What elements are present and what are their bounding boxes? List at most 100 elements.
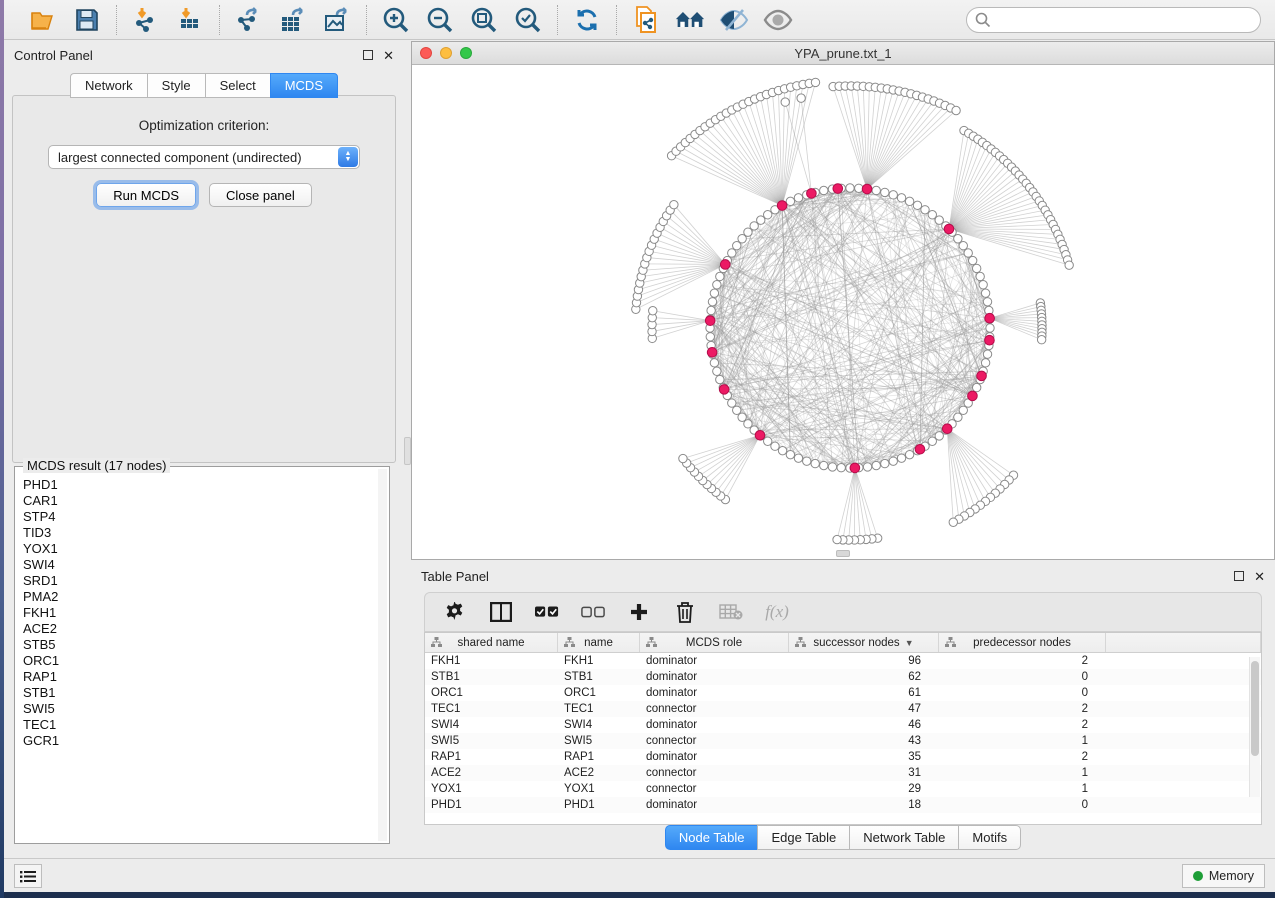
tab-edge-table[interactable]: Edge Table [757, 825, 849, 850]
tab-select[interactable]: Select [205, 73, 270, 98]
close-panel-icon[interactable]: ✕ [383, 49, 394, 62]
add-column-icon[interactable] [627, 600, 651, 624]
memory-status-icon [1193, 871, 1203, 881]
table-cell: 46 [789, 719, 939, 731]
table-cell: 43 [789, 735, 939, 747]
list-icon [20, 870, 36, 883]
table-cell: ORC1 [558, 687, 640, 699]
hide-eye-icon[interactable] [719, 5, 749, 35]
criterion-dropdown[interactable]: largest connected component (undirected)… [48, 145, 360, 169]
table-row[interactable]: STB1STB1dominator620 [425, 669, 1261, 685]
import-network-icon[interactable] [131, 5, 161, 35]
table-cell: connector [640, 783, 789, 795]
close-panel-button[interactable]: Close panel [209, 183, 312, 207]
table-scrollbar[interactable] [1249, 657, 1260, 797]
table-row[interactable]: SWI4SWI4dominator462 [425, 717, 1261, 733]
houses-icon[interactable] [675, 5, 705, 35]
clone-network-icon[interactable] [631, 5, 661, 35]
select-all-icon[interactable] [535, 600, 559, 624]
mcds-node-item[interactable]: SRD1 [23, 573, 375, 589]
column-header-name[interactable]: name [558, 633, 640, 652]
mcds-node-item[interactable]: SWI4 [23, 557, 375, 573]
table-cell: dominator [640, 671, 789, 683]
mcds-node-item[interactable]: TEC1 [23, 717, 375, 733]
show-eye-icon[interactable] [763, 5, 793, 35]
table-row[interactable]: SWI5SWI5connector431 [425, 733, 1261, 749]
refresh-icon[interactable] [572, 5, 602, 35]
table-cell: STB1 [425, 671, 558, 683]
column-header-predecessor-nodes[interactable]: predecessor nodes [939, 633, 1106, 652]
mcds-node-item[interactable]: ACE2 [23, 621, 375, 637]
float-table-panel-icon[interactable] [1234, 570, 1244, 583]
tab-style[interactable]: Style [147, 73, 205, 98]
close-table-panel-icon[interactable]: ✕ [1254, 570, 1265, 583]
export-network-icon[interactable] [234, 5, 264, 35]
open-session-icon[interactable] [28, 5, 58, 35]
mcds-list-scrollbar[interactable] [378, 469, 387, 841]
mcds-node-item[interactable]: FKH1 [23, 605, 375, 621]
network-canvas[interactable] [412, 66, 1274, 559]
table-cell: SWI5 [558, 735, 640, 747]
zoom-selected-icon[interactable] [513, 5, 543, 35]
table-cell: STB1 [558, 671, 640, 683]
table-row[interactable]: RAP1RAP1dominator352 [425, 749, 1261, 765]
table-row[interactable]: PHD1PHD1dominator180 [425, 797, 1261, 813]
clear-selection-icon[interactable] [581, 600, 605, 624]
panel-splitter-handle[interactable] [404, 437, 411, 465]
settings-gear-icon[interactable] [443, 600, 467, 624]
network-view-window: YPA_prune.txt_1 [411, 41, 1275, 560]
table-cell: TEC1 [425, 703, 558, 715]
mcds-node-item[interactable]: ORC1 [23, 653, 375, 669]
column-header-successor-nodes[interactable]: successor nodes▼ [789, 633, 939, 652]
table-cell: 96 [789, 655, 939, 667]
network-window-title: YPA_prune.txt_1 [412, 46, 1274, 61]
table-cell: SWI4 [558, 719, 640, 731]
export-table-icon[interactable] [278, 5, 308, 35]
table-row[interactable]: TEC1TEC1connector472 [425, 701, 1261, 717]
mcds-node-item[interactable]: STB1 [23, 685, 375, 701]
tab-network-table[interactable]: Network Table [849, 825, 958, 850]
save-session-icon[interactable] [72, 5, 102, 35]
table-cell: 2 [939, 719, 1106, 731]
zoom-fit-icon[interactable] [469, 5, 499, 35]
table-cell: FKH1 [425, 655, 558, 667]
table-row[interactable]: ORC1ORC1dominator610 [425, 685, 1261, 701]
table-panel: Table Panel ✕ [411, 562, 1275, 858]
tab-motifs[interactable]: Motifs [958, 825, 1021, 850]
table-cell: dominator [640, 719, 789, 731]
show-column-icon[interactable] [489, 600, 513, 624]
memory-button[interactable]: Memory [1182, 864, 1265, 888]
zoom-in-icon[interactable] [381, 5, 411, 35]
mcds-node-item[interactable]: TID3 [23, 525, 375, 541]
table-row[interactable]: ACE2ACE2connector311 [425, 765, 1261, 781]
mcds-node-item[interactable]: STB5 [23, 637, 375, 653]
mcds-node-item[interactable]: STP4 [23, 509, 375, 525]
mcds-node-item[interactable]: PMA2 [23, 589, 375, 605]
search-input[interactable] [966, 7, 1261, 33]
float-panel-icon[interactable] [363, 49, 373, 62]
mcds-node-item[interactable]: YOX1 [23, 541, 375, 557]
tab-mcds[interactable]: MCDS [270, 73, 338, 98]
tab-node-table[interactable]: Node Table [665, 825, 758, 850]
import-table-icon[interactable] [175, 5, 205, 35]
table-cell: ACE2 [558, 767, 640, 779]
zoom-out-icon[interactable] [425, 5, 455, 35]
tab-network[interactable]: Network [70, 73, 147, 98]
table-row[interactable]: YOX1YOX1connector291 [425, 781, 1261, 797]
table-cell: 2 [939, 703, 1106, 715]
panel-menu-button[interactable] [14, 864, 42, 888]
column-header-MCDS-role[interactable]: MCDS role [640, 633, 789, 652]
horizontal-splitter-handle[interactable] [836, 550, 850, 557]
mcds-node-item[interactable]: GCR1 [23, 733, 375, 749]
delete-column-icon[interactable] [673, 600, 697, 624]
mcds-node-item[interactable]: PHD1 [23, 477, 375, 493]
dropdown-stepper-icon: ▲▼ [338, 147, 358, 167]
table-row[interactable]: FKH1FKH1dominator962 [425, 653, 1261, 669]
table-cell: dominator [640, 751, 789, 763]
mcds-node-item[interactable]: SWI5 [23, 701, 375, 717]
mcds-node-item[interactable]: CAR1 [23, 493, 375, 509]
export-image-icon[interactable] [322, 5, 352, 35]
column-header-shared-name[interactable]: shared name [425, 633, 558, 652]
mcds-node-item[interactable]: RAP1 [23, 669, 375, 685]
run-mcds-button[interactable]: Run MCDS [96, 183, 196, 207]
